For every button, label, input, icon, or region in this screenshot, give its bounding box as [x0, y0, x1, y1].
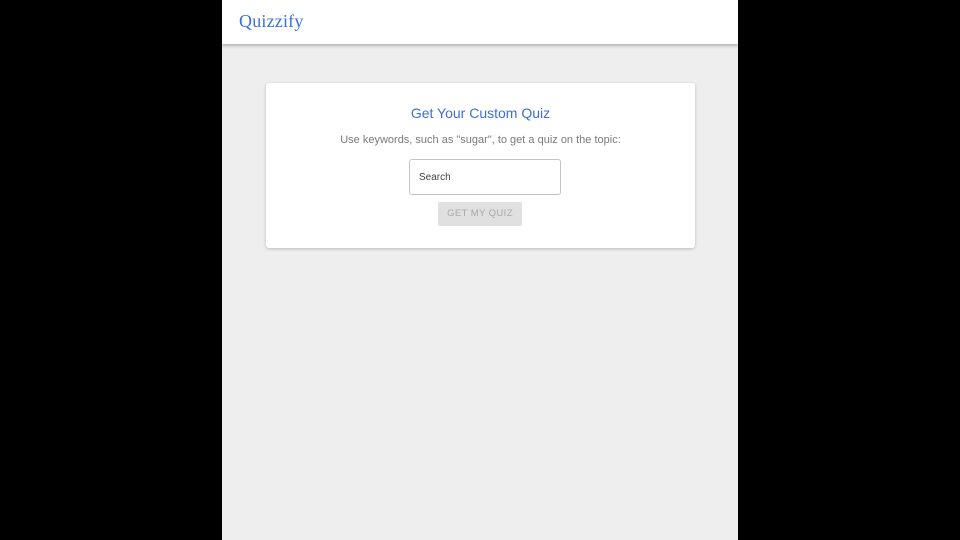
app-bar: Quizzify [222, 0, 738, 44]
app-viewport: Quizzify Get Your Custom Quiz Use keywor… [222, 0, 738, 540]
search-input[interactable] [410, 160, 560, 194]
search-field [409, 159, 561, 195]
quiz-request-card: Get Your Custom Quiz Use keywords, such … [266, 83, 695, 248]
get-my-quiz-button[interactable]: GET MY QUIZ [438, 202, 522, 226]
card-title: Get Your Custom Quiz [410, 105, 551, 121]
brand-logo[interactable]: Quizzify [239, 11, 304, 32]
card-description: Use keywords, such as "sugar", to get a … [340, 134, 621, 146]
